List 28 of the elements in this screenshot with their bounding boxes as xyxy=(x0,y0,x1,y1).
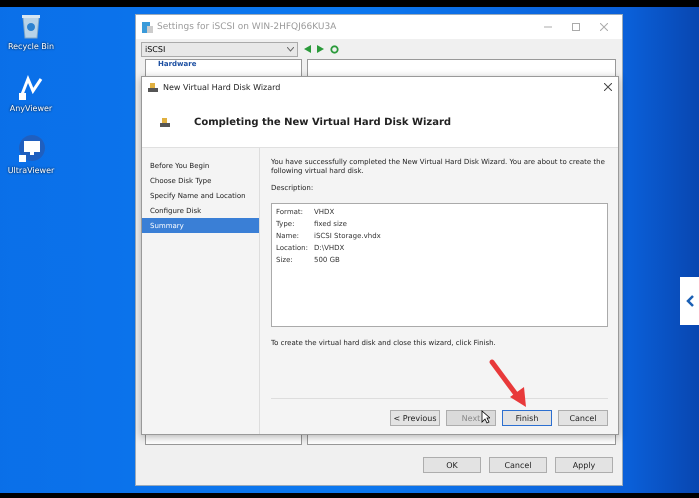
disk-icon xyxy=(148,82,158,92)
vm-dropdown[interactable]: iSCSI xyxy=(141,42,298,56)
window-title: Settings for iSCSI on WIN-2HFQJ66KU3A xyxy=(157,22,338,32)
dialog-button[interactable]: Apply xyxy=(555,457,613,473)
recycle-bin-icon xyxy=(20,13,42,39)
back-icon[interactable] xyxy=(304,45,311,53)
wizard-heading: Completing the New Virtual Hard Disk Wizard xyxy=(194,116,452,128)
desktop-icon-label[interactable]: Recycle Bin xyxy=(8,42,54,51)
maximize-icon[interactable] xyxy=(572,23,580,31)
side-panel-tab[interactable] xyxy=(680,277,699,325)
wizard-button[interactable]: < Previous xyxy=(390,410,440,426)
settings-icon xyxy=(142,22,153,32)
forward-icon[interactable] xyxy=(317,45,324,53)
mouse-cursor-icon xyxy=(481,410,490,424)
wizard-title: New Virtual Hard Disk Wizard xyxy=(163,82,282,92)
wizard-button[interactable]: Finish xyxy=(502,410,552,426)
chevron-left-icon xyxy=(686,295,694,307)
disk-icon xyxy=(160,118,170,126)
desktop-icon-label[interactable]: AnyViewer xyxy=(10,104,52,113)
monitor-icon xyxy=(16,135,45,163)
close-icon[interactable] xyxy=(604,83,612,91)
chevron-down-icon xyxy=(287,46,294,52)
dialog-button[interactable]: Cancel xyxy=(489,457,547,473)
wizard-button[interactable]: Cancel xyxy=(558,410,608,426)
dialog-button[interactable]: OK xyxy=(423,457,481,473)
desktop-icon-label[interactable]: UltraViewer xyxy=(8,166,54,175)
refresh-icon[interactable] xyxy=(330,44,339,54)
app-logo-icon xyxy=(16,73,45,101)
